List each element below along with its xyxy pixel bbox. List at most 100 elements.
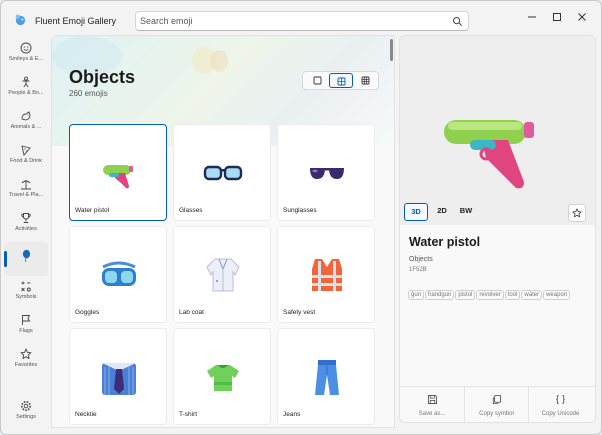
emoji-card-lab-coat[interactable]: Lab coat (173, 226, 271, 323)
animal-icon (21, 111, 31, 121)
nav-item-smileys[interactable]: Smileys & E... (4, 38, 48, 72)
tab-bw[interactable]: BW (454, 203, 478, 221)
nav-item-travel[interactable]: Travel & Pla... (4, 174, 48, 208)
close-icon (578, 13, 586, 21)
balloon-icon (22, 249, 31, 263)
emoji-card-sunglasses[interactable]: Sunglasses (277, 124, 375, 221)
food-icon (21, 145, 31, 156)
nav-label: Symbols (15, 294, 37, 300)
keyword-chip: pistol (455, 290, 476, 300)
nav-item-objects[interactable] (4, 242, 48, 276)
nav-label: Food & Drink (9, 158, 43, 164)
card-label: Safety vest (283, 309, 316, 316)
person-icon (22, 76, 30, 88)
nav-item-settings[interactable]: Settings (4, 396, 48, 430)
close-button[interactable] (572, 9, 592, 25)
emoji-card-t-shirt[interactable]: T-shirt (173, 328, 271, 425)
minimize-icon (528, 16, 536, 18)
card-label: Jeans (283, 411, 301, 418)
dense-grid-icon (361, 76, 369, 85)
braces-icon (556, 394, 565, 405)
goggles-emoji (102, 261, 136, 286)
large-view-button[interactable] (305, 73, 329, 88)
symbols-icon (21, 281, 31, 292)
action-bar: Save as... Copy symbol Copy Unicode (400, 386, 595, 422)
small-view-button[interactable] (353, 73, 377, 88)
emoji-card-water-pistol[interactable]: Water pistol (69, 124, 167, 221)
medium-view-button[interactable] (329, 73, 353, 88)
gear-icon (21, 401, 31, 411)
search-input[interactable] (140, 14, 440, 28)
nav-item-people[interactable]: People & Bo... (4, 72, 48, 106)
emoji-card-safety-vest[interactable]: Safety vest (277, 226, 375, 323)
emoji-preview: 3D 2D BW (400, 36, 595, 225)
maximize-button[interactable] (547, 9, 567, 25)
favorite-button[interactable] (568, 204, 586, 222)
keyword-chip: handgun (425, 290, 455, 300)
app-logo-icon (15, 14, 26, 26)
star-icon (20, 348, 32, 360)
water-pistol-preview (444, 120, 534, 189)
minimize-button[interactable] (522, 9, 542, 25)
nav-label: Flags (19, 328, 33, 334)
emoji-card-jeans[interactable]: Jeans (277, 328, 375, 425)
necktie-emoji (102, 363, 136, 395)
action-label: Copy Unicode (541, 411, 580, 417)
nav-item-flags[interactable]: Flags (4, 310, 48, 344)
copy-symbol-button[interactable]: Copy symbol (464, 387, 528, 422)
emoji-card-goggles[interactable]: Goggles (69, 226, 167, 323)
nav-label: Smileys & E... (8, 56, 44, 62)
card-label: Glasses (179, 207, 203, 214)
nav-item-symbols[interactable]: Symbols (4, 276, 48, 310)
tab-3d[interactable]: 3D (404, 203, 428, 221)
nav-label: Travel & Pla... (8, 192, 44, 198)
keyword-chip: revolver (476, 290, 504, 300)
nav-item-animals[interactable]: Animals & ... (4, 106, 48, 140)
copy-unicode-button[interactable]: Copy Unicode (528, 387, 592, 422)
card-label: Sunglasses (283, 207, 317, 214)
keyword-chip: water (521, 290, 543, 300)
star-icon (572, 208, 582, 218)
safety-vest-emoji (312, 259, 342, 291)
action-label: Save as... (418, 411, 446, 417)
nav-item-food[interactable]: Food & Drink (4, 140, 48, 174)
scrollbar[interactable] (390, 39, 393, 61)
card-label: Lab coat (179, 309, 204, 316)
copy-icon (492, 394, 502, 405)
keyword-chip: tool (504, 290, 521, 300)
nav-label: Favorites (14, 362, 38, 368)
travel-icon (21, 180, 31, 190)
nav-item-favorites[interactable]: Favorites (4, 344, 48, 378)
tab-2d[interactable]: 2D (430, 203, 454, 221)
save-as-button[interactable]: Save as... (400, 387, 464, 422)
lab-coat-emoji (206, 258, 240, 292)
keyword-list: gun handgun pistol revolver tool water weapon (408, 283, 588, 303)
emoji-count: 260 emojis (69, 89, 108, 98)
keyword-chip: gun (408, 290, 425, 300)
title-bar: Fluent Emoji Gallery (1, 1, 601, 34)
square-icon (313, 76, 321, 85)
view-size-toggle (302, 71, 379, 90)
trophy-icon (21, 213, 31, 223)
nav-item-activities[interactable]: Activities (4, 208, 48, 242)
smiley-icon (20, 42, 32, 54)
nav-label: Activities (15, 226, 37, 232)
keyword-chip: weapon (543, 290, 571, 300)
search-icon[interactable] (452, 16, 463, 27)
card-label: Goggles (75, 309, 100, 316)
search-box[interactable] (135, 11, 469, 31)
details-panel: 3D 2D BW Water pistol Objects 1F52B gun h… (399, 35, 596, 423)
emoji-name: Water pistol (409, 235, 481, 249)
emoji-codepoint: 1F52B (409, 267, 427, 273)
glasses-emoji (203, 165, 243, 181)
sunglasses-emoji (310, 168, 344, 179)
emoji-card-glasses[interactable]: Glasses (173, 124, 271, 221)
emoji-card-necktie[interactable]: Necktie (69, 328, 167, 425)
action-label: Copy symbol (479, 411, 514, 417)
flag-icon (22, 315, 31, 325)
nav-rail: Smileys & E... People & Bo... Animals & … (1, 34, 51, 434)
t-shirt-emoji (207, 365, 239, 391)
emoji-group: Objects (409, 256, 433, 263)
save-icon (427, 394, 437, 405)
app-title: Fluent Emoji Gallery (35, 16, 117, 26)
